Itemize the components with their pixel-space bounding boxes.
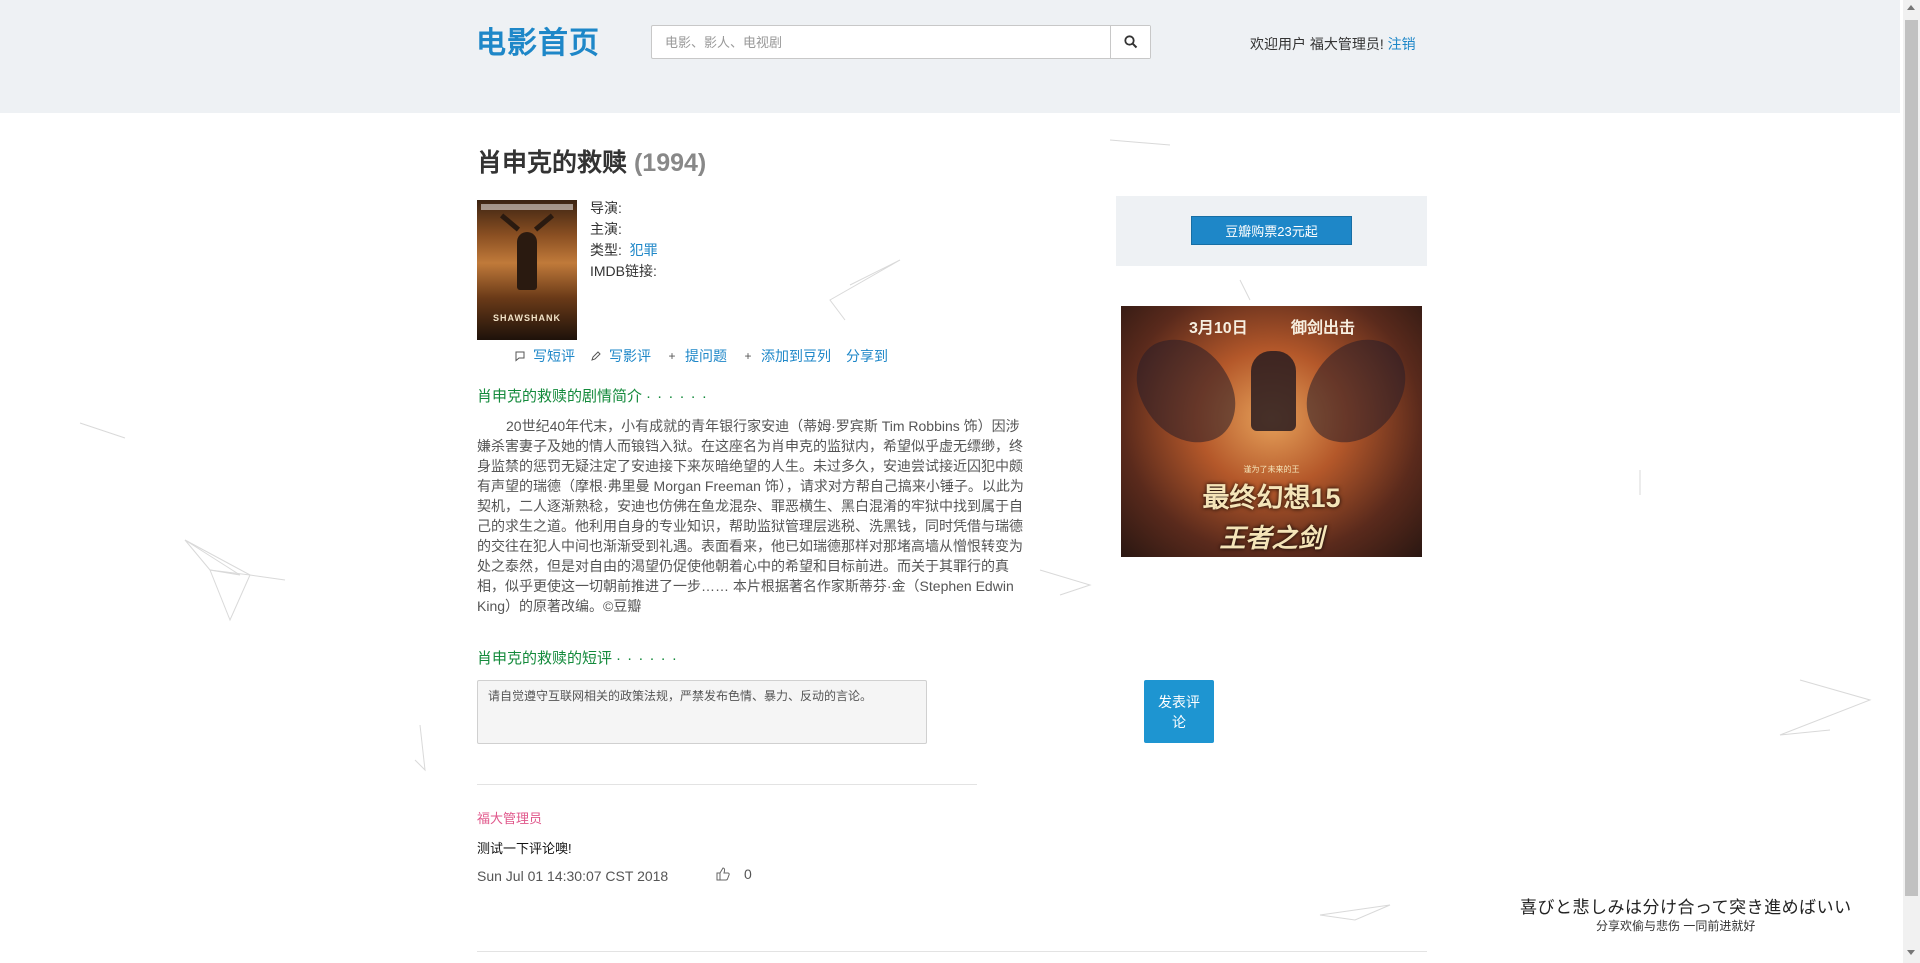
- speech-bubble-icon: [514, 350, 526, 362]
- ad-banner[interactable]: 3月10日 御剑出击 谨为了未来的王 最终幻想15 王者之剑: [1121, 306, 1422, 557]
- cast-label: 主演:: [590, 221, 622, 237]
- poster-title: SHAWSHANK: [492, 313, 561, 323]
- pencil-icon: [590, 350, 602, 362]
- poster-tagline: [481, 204, 573, 210]
- movie-year: (1994): [633, 149, 707, 177]
- director-row: 导演:: [590, 198, 658, 219]
- ticket-panel: 豆瓣购票23元起: [1116, 196, 1427, 266]
- comment-textarea[interactable]: [477, 680, 927, 744]
- lyric-translation: 分享欢偷与悲伤 一同前进就好: [1596, 919, 1756, 933]
- comment-text: 测试一下评论噢!: [477, 841, 572, 856]
- comment-like[interactable]: 0: [716, 866, 752, 882]
- search-box: [651, 25, 1151, 59]
- scroll-up-arrow-icon[interactable]: [1907, 5, 1915, 10]
- divider: [477, 784, 977, 785]
- movie-info: 导演: 主演: 类型: 犯罪 IMDB链接:: [590, 198, 658, 282]
- search-icon: [1123, 35, 1137, 49]
- cast-row: 主演:: [590, 219, 658, 240]
- genre-label: 类型:: [590, 242, 622, 258]
- poster-figure: [517, 232, 537, 290]
- like-count: 0: [744, 866, 752, 882]
- synopsis-heading: 肖申克的救赎的剧情简介 · · · · · ·: [477, 385, 708, 406]
- genre-row: 类型: 犯罪: [590, 240, 658, 261]
- ad-slogan: 御剑出击: [1291, 320, 1356, 337]
- plus-icon: +: [744, 349, 752, 363]
- post-comment-button[interactable]: 发表评论: [1144, 680, 1214, 743]
- bottom-divider: [477, 951, 1427, 952]
- logout-link[interactable]: 注销: [1388, 36, 1416, 52]
- director-label: 导演:: [590, 200, 622, 216]
- synopsis-heading-text: 肖申克的救赎的剧情简介: [477, 388, 643, 405]
- site-logo[interactable]: 电影首页: [476, 18, 600, 62]
- ad-subtitle: 王者之剑: [1219, 523, 1324, 553]
- action-label: 分享到: [846, 348, 888, 364]
- synopsis-heading-dots: · · · · · ·: [646, 388, 708, 405]
- movie-title: 肖申克的救赎 (1994): [477, 143, 706, 179]
- ad-date: 3月10日: [1189, 320, 1248, 337]
- username: 福大管理员!: [1309, 36, 1384, 52]
- ad-title: 最终幻想15: [1202, 483, 1341, 513]
- reviews-heading: 肖申克的救赎的短评 · · · · · ·: [477, 647, 678, 668]
- genre-link[interactable]: 犯罪: [630, 242, 658, 258]
- site-header: 电影首页 欢迎用户 福大管理员! 注销: [0, 0, 1900, 113]
- action-label: 提问题: [685, 348, 727, 364]
- ad-character: [1251, 351, 1296, 431]
- movie-title-text: 肖申克的救赎: [477, 149, 628, 177]
- plus-icon: +: [668, 349, 676, 363]
- search-button[interactable]: [1110, 26, 1150, 58]
- ad-tag: 谨为了未来的王: [1243, 465, 1300, 474]
- comment-username[interactable]: 福大管理员: [477, 808, 542, 827]
- write-short-review-link[interactable]: 写短评: [514, 346, 575, 366]
- movie-poster[interactable]: SHAWSHANK: [477, 200, 577, 340]
- scroll-thumb[interactable]: [1905, 20, 1918, 896]
- action-label: 添加到豆列: [761, 348, 831, 364]
- action-label: 写短评: [533, 348, 575, 364]
- scrollbar[interactable]: [1903, 0, 1920, 963]
- welcome-text: 欢迎用户 福大管理员! 注销: [1250, 34, 1416, 54]
- add-to-doulist-link[interactable]: + 添加到豆列: [742, 346, 831, 366]
- thumbs-up-icon[interactable]: [716, 867, 730, 881]
- action-label: 写影评: [609, 348, 651, 364]
- welcome-prefix: 欢迎用户: [1250, 36, 1310, 52]
- reviews-heading-dots: · · · · · ·: [616, 650, 678, 667]
- search-input[interactable]: [652, 26, 1112, 58]
- ask-question-link[interactable]: + 提问题: [666, 346, 727, 366]
- lyric-line: 喜びと悲しみは分け合って突き進めばいい: [1520, 898, 1852, 917]
- comment-timestamp: Sun Jul 01 14:30:07 CST 2018: [477, 868, 669, 884]
- scroll-down-arrow-icon[interactable]: [1907, 950, 1915, 955]
- imdb-label: IMDB链接:: [590, 263, 657, 279]
- write-review-link[interactable]: 写影评: [590, 346, 651, 366]
- imdb-row: IMDB链接:: [590, 261, 658, 282]
- reviews-heading-text: 肖申克的救赎的短评: [477, 650, 613, 667]
- share-link[interactable]: 分享到: [846, 346, 888, 366]
- synopsis-text: 20世纪40年代末，小有成就的青年银行家安迪（蒂姆·罗宾斯 Tim Robbin…: [477, 418, 1024, 614]
- buy-ticket-button[interactable]: 豆瓣购票23元起: [1191, 216, 1352, 245]
- movie-actions: 写短评 写影评 + 提问题 + 添加到豆列 分享到: [514, 346, 903, 366]
